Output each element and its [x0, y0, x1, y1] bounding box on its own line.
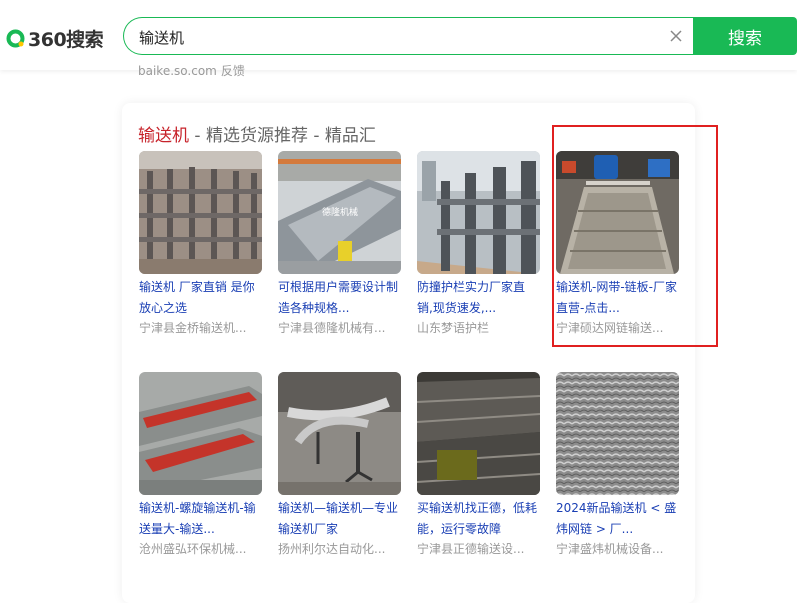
product-item[interactable]: 德隆机械 可根据用户需要设计制造各种规格... 宁津县德隆机械有...: [278, 151, 401, 337]
product-item[interactable]: 输送机-网带-链板-厂家直营-点击... 宁津硕达网链输送...: [556, 151, 679, 337]
product-source: 宁津县正德输送设...: [417, 542, 525, 556]
card-title[interactable]: 输送机 - 精选货源推荐 - 精品汇: [138, 121, 376, 146]
product-title[interactable]: 输送机-螺旋输送机-输送量大-输送...: [139, 498, 262, 540]
card-title-keyword: 输送机: [138, 126, 189, 146]
logo-text: 360搜索: [28, 28, 104, 51]
product-thumbnail[interactable]: [417, 151, 540, 274]
product-item[interactable]: 买输送机找正德，低耗能，运行零故障 宁津县正德输送设...: [417, 372, 540, 558]
product-source: 沧州盛弘环保机械...: [139, 542, 247, 556]
search-header: 360搜索 搜索: [0, 0, 797, 70]
product-item[interactable]: 防撞护栏实力厂家直销,现货速发,... 山东梦语护栏: [417, 151, 540, 337]
product-thumbnail[interactable]: [417, 372, 540, 495]
product-item[interactable]: 输送机 厂家直销 是你放心之选 宁津县金桥输送机...: [139, 151, 262, 337]
product-title[interactable]: 输送机—输送机—专业输送机厂家: [278, 498, 401, 540]
product-title[interactable]: 2024新品输送机 < 盛炜网链 > 厂...: [556, 498, 679, 540]
card-title-rest: - 精选货源推荐 - 精品汇: [189, 126, 376, 146]
product-title[interactable]: 买输送机找正德，低耗能，运行零故障: [417, 498, 540, 540]
source-domain[interactable]: baike.so.com: [138, 64, 217, 78]
product-source: 宁津县德隆机械有...: [278, 321, 386, 335]
product-item[interactable]: 输送机-螺旋输送机-输送量大-输送... 沧州盛弘环保机械...: [139, 372, 262, 558]
source-line: baike.so.com 反馈: [138, 62, 245, 79]
product-thumbnail[interactable]: [556, 151, 679, 274]
product-thumbnail[interactable]: [278, 372, 401, 495]
close-icon[interactable]: [669, 29, 683, 43]
product-thumbnail[interactable]: [139, 151, 262, 274]
product-thumbnail[interactable]: 德隆机械: [278, 151, 401, 274]
search-input[interactable]: [137, 18, 661, 56]
product-title[interactable]: 可根据用户需要设计制造各种规格...: [278, 277, 401, 319]
product-title[interactable]: 输送机 厂家直销 是你放心之选: [139, 277, 262, 319]
logo-ring-icon: [6, 29, 25, 47]
logo[interactable]: 360搜索: [6, 24, 104, 52]
search-box[interactable]: [123, 17, 693, 56]
product-thumbnail[interactable]: [556, 372, 679, 495]
product-title[interactable]: 输送机-网带-链板-厂家直营-点击...: [556, 277, 679, 319]
product-source: 扬州利尔达自动化...: [278, 542, 386, 556]
product-source: 宁津县金桥输送机...: [139, 321, 247, 335]
product-item[interactable]: 输送机—输送机—专业输送机厂家 扬州利尔达自动化...: [278, 372, 401, 558]
feedback-link[interactable]: 反馈: [221, 64, 245, 78]
product-title[interactable]: 防撞护栏实力厂家直销,现货速发,...: [417, 277, 540, 319]
thumb-watermark: 德隆机械: [322, 206, 358, 218]
product-item[interactable]: 2024新品输送机 < 盛炜网链 > 厂... 宁津盛炜机械设备...: [556, 372, 679, 558]
product-source: 宁津盛炜机械设备...: [556, 542, 664, 556]
product-source: 山东梦语护栏: [417, 321, 490, 335]
search-button[interactable]: 搜索: [693, 17, 797, 55]
product-thumbnail[interactable]: [139, 372, 262, 495]
product-source: 宁津硕达网链输送...: [556, 321, 664, 335]
